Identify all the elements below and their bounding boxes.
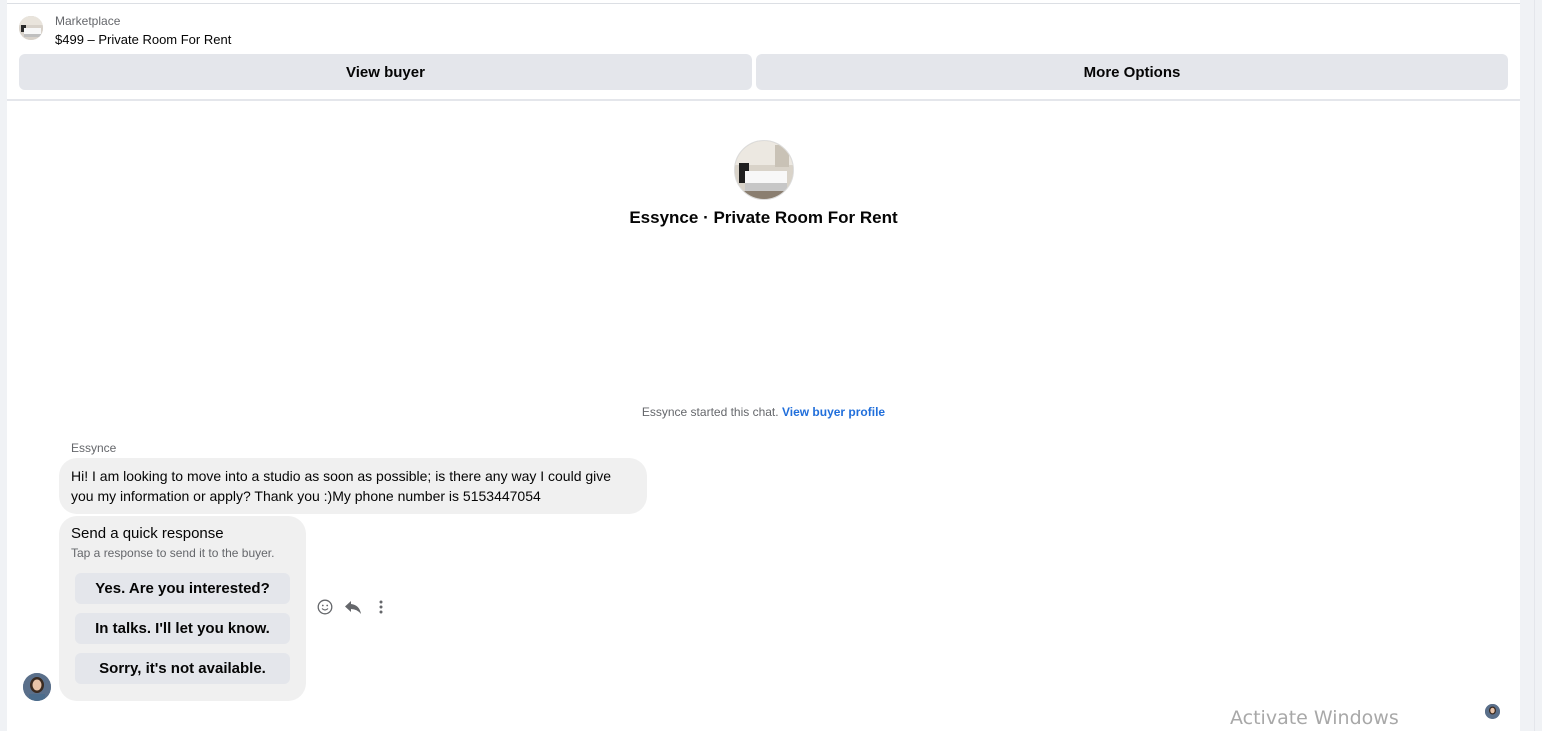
view-buyer-button[interactable]: View buyer [19, 54, 752, 90]
reply-arrow-icon[interactable] [343, 597, 363, 617]
view-buyer-profile-link[interactable]: View buyer profile [782, 405, 885, 419]
vertical-dots-icon[interactable] [371, 597, 391, 617]
quick-response-not-available-button[interactable]: Sorry, it's not available. [75, 653, 290, 684]
product-summary: Essynce · Private Room For Rent [7, 140, 1520, 228]
activate-windows-watermark: Activate Windows [1230, 707, 1399, 729]
more-options-button[interactable]: More Options [756, 54, 1508, 90]
quick-response-title: Send a quick response [71, 525, 224, 542]
buyer-avatar[interactable] [23, 673, 51, 701]
quick-response-in-talks-button[interactable]: In talks. I'll let you know. [75, 613, 290, 644]
product-title: Essynce · Private Room For Rent [629, 208, 898, 227]
chat-started-notice: Essynce started this chat. View buyer pr… [7, 405, 1520, 419]
chat-started-text: Essynce started this chat. [641, 405, 779, 419]
quick-response-card: Send a quick response Tap a response to … [59, 516, 306, 701]
listing-thumbnail[interactable] [19, 16, 43, 40]
message-bubble[interactable]: Hi! I am looking to move into a studio a… [59, 458, 647, 514]
scrollbar-track[interactable] [1520, 0, 1542, 731]
listing-header: Marketplace $499 – Private Room For Rent… [7, 4, 1520, 100]
scrollbar-line [1534, 0, 1535, 731]
quick-response-subtitle: Tap a response to send it to the buyer. [71, 546, 275, 560]
smiley-icon[interactable] [315, 597, 335, 617]
marketplace-label: Marketplace [55, 14, 121, 28]
quick-response-yes-button[interactable]: Yes. Are you interested? [75, 573, 290, 604]
sender-name: Essynce [71, 441, 117, 455]
marketplace-chat-panel: Marketplace $499 – Private Room For Rent… [7, 0, 1520, 731]
listing-title[interactable]: $499 – Private Room For Rent [55, 32, 231, 47]
product-image[interactable] [733, 140, 794, 200]
header-divider [7, 99, 1520, 101]
seen-receipt-avatar [1485, 704, 1500, 719]
message-actions [315, 597, 391, 617]
